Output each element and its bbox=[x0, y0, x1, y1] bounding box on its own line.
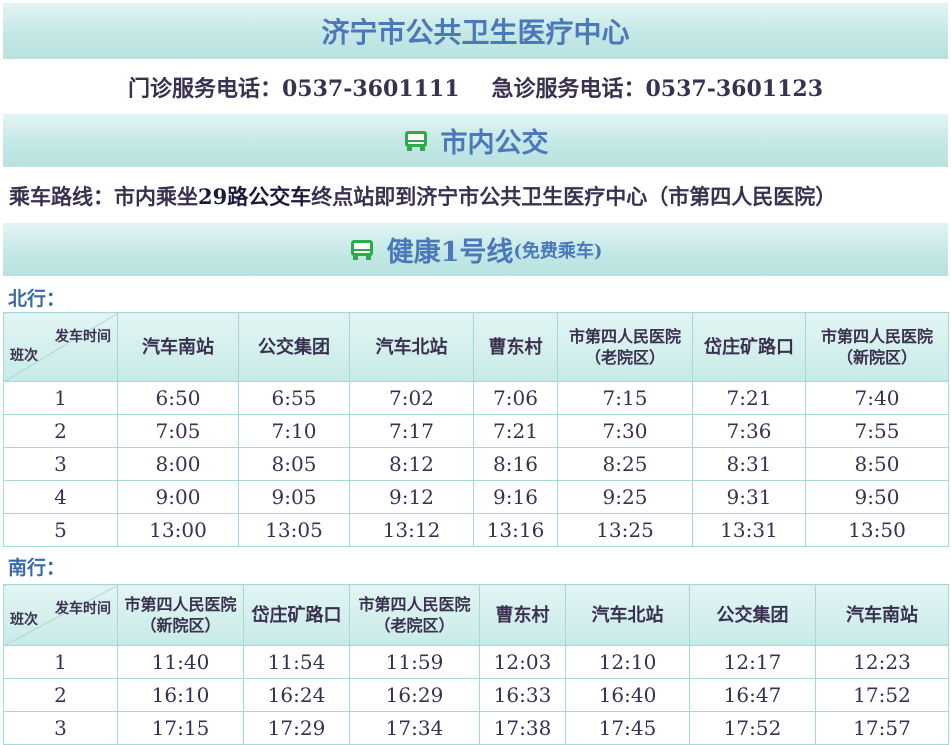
emergency-phone: 急诊服务电话：0537-3601123 bbox=[491, 76, 824, 102]
corner-bottom-label: 班次 bbox=[10, 348, 38, 364]
stop-header: 岱庄矿路口 bbox=[243, 584, 350, 646]
corner-header: 发车时间 班次 bbox=[3, 584, 118, 646]
stop-header: 公交集团 bbox=[238, 312, 350, 382]
stop-header: 曹东村 bbox=[473, 312, 558, 382]
route-description: 乘车路线：市内乘坐 29路公交车 终点站即到济宁市公共卫生医疗中心（市第四人民医… bbox=[3, 168, 948, 223]
health-line-band: 健康1号线 (免费乘车) bbox=[3, 223, 948, 276]
stop-header: 市第四人民医院 （新院区） bbox=[805, 312, 949, 382]
northbound-label: 北行： bbox=[8, 288, 66, 310]
northbound-timetable: 发车时间 班次 汽车南站 公交集团 汽车北站 曹东村 市第四人民医院 （老院区） … bbox=[3, 312, 949, 547]
stop-header: 曹东村 bbox=[479, 584, 566, 646]
outpatient-phone: 门诊服务电话：0537-3601111 bbox=[127, 76, 460, 102]
table-header-row: 发车时间 班次 汽车南站 公交集团 汽车北站 曹东村 市第四人民医院 （老院区） … bbox=[3, 312, 949, 382]
table-row: 1 6:50 6:55 7:02 7:06 7:15 7:21 7:40 bbox=[3, 381, 949, 415]
corner-top-label: 发车时间 bbox=[55, 601, 111, 617]
table-row: 4 9:00 9:05 9:12 9:16 9:25 9:31 9:50 bbox=[3, 480, 949, 514]
page-title: 济宁市公共卫生医疗中心 bbox=[321, 16, 630, 49]
table-row: 5 13:00 13:05 13:12 13:16 13:25 13:31 13:50 bbox=[3, 513, 949, 547]
stop-header: 汽车南站 bbox=[815, 584, 949, 646]
stop-header: 汽车南站 bbox=[117, 312, 239, 382]
stop-header: 市第四人民医院 （老院区） bbox=[557, 312, 693, 382]
stop-header: 公交集团 bbox=[689, 584, 816, 646]
southbound-label: 南行： bbox=[8, 557, 66, 579]
table-row: 3 8:00 8:05 8:12 8:16 8:25 8:31 8:50 bbox=[3, 447, 949, 481]
route-suffix: 终点站即到济宁市公共卫生医疗中心（市第四人民医院） bbox=[311, 183, 837, 209]
corner-top-label: 发车时间 bbox=[55, 329, 111, 345]
city-bus-band: 市内公交 bbox=[3, 114, 948, 167]
route-bus-number: 29路公交车 bbox=[198, 183, 312, 209]
table-header-row: 发车时间 班次 市第四人民医院 （新院区） 岱庄矿路口 市第四人民医院 （老院区） … bbox=[3, 584, 949, 646]
health-line-note: (免费乘车) bbox=[513, 240, 603, 262]
corner-bottom-label: 班次 bbox=[10, 612, 38, 628]
city-bus-title: 市内公交 bbox=[440, 128, 549, 159]
page-title-band: 济宁市公共卫生医疗中心 bbox=[3, 3, 948, 59]
stop-header: 市第四人民医院 （新院区） bbox=[117, 584, 244, 646]
table-row: 2 16:10 16:24 16:29 16:33 16:40 16:47 17:52 bbox=[3, 678, 949, 712]
table-row: 2 7:05 7:10 7:17 7:21 7:30 7:36 7:55 bbox=[3, 414, 949, 448]
stop-header: 汽车北站 bbox=[565, 584, 690, 646]
bus-icon bbox=[350, 239, 373, 260]
route-prefix: 乘车路线：市内乘坐 bbox=[9, 183, 198, 209]
southbound-timetable: 发车时间 班次 市第四人民医院 （新院区） 岱庄矿路口 市第四人民医院 （老院区） … bbox=[3, 584, 949, 745]
health-line-title: 健康1号线 bbox=[386, 237, 514, 268]
stop-header: 岱庄矿路口 bbox=[692, 312, 806, 382]
stop-header: 汽车北站 bbox=[349, 312, 474, 382]
table-row: 1 11:40 11:54 11:59 12:03 12:10 12:17 12:23 bbox=[3, 645, 949, 679]
phone-row: 门诊服务电话：0537-3601111 急诊服务电话：0537-3601123 bbox=[3, 60, 948, 114]
stop-header: 市第四人民医院 （老院区） bbox=[349, 584, 480, 646]
bus-icon bbox=[404, 130, 427, 151]
corner-header: 发车时间 班次 bbox=[3, 312, 118, 382]
